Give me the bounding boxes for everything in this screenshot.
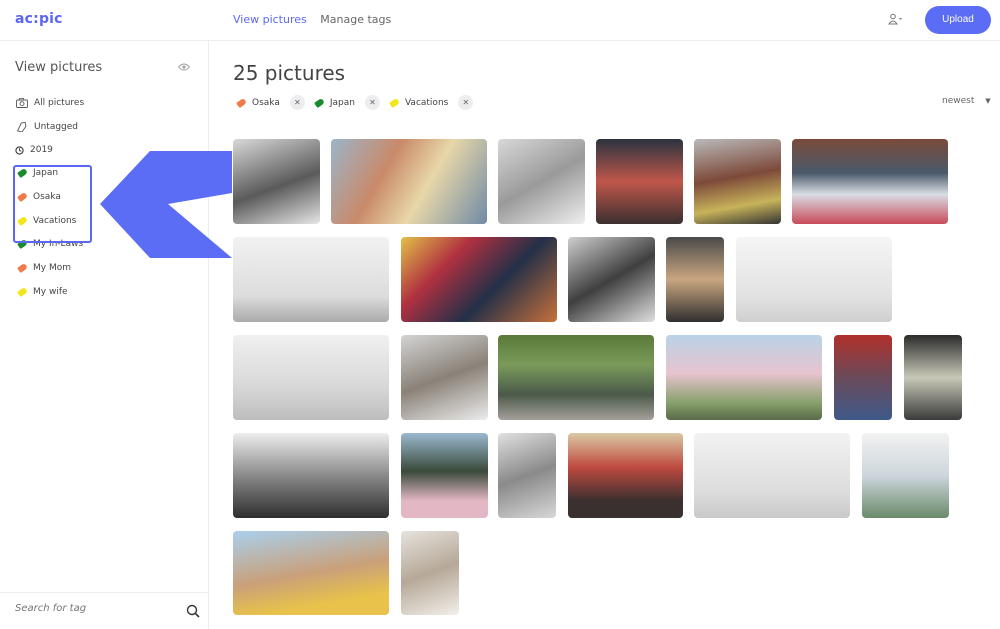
filter-chip-label: Osaka xyxy=(252,97,280,108)
photo-thumbnail[interactable] xyxy=(736,237,892,322)
pointer-arrow-icon xyxy=(100,151,232,258)
chevron-down-icon: ▼ xyxy=(985,97,991,105)
sidebar-item-all-pictures[interactable]: All pictures xyxy=(16,96,84,110)
photo-thumbnail[interactable] xyxy=(331,139,487,224)
photo-thumbnail[interactable] xyxy=(401,237,557,322)
photo-thumbnail[interactable] xyxy=(401,531,459,615)
sidebar-item-my-mom[interactable]: My Mom xyxy=(17,261,71,275)
sidebar-item-my-wife[interactable]: My wife xyxy=(17,285,68,299)
sort-label: newest xyxy=(942,96,975,106)
sidebar-item-label: My Mom xyxy=(33,263,71,273)
photo-thumbnail[interactable] xyxy=(666,237,724,322)
photo-thumbnail[interactable] xyxy=(233,531,389,615)
photo-thumbnail[interactable] xyxy=(233,237,389,322)
photo-thumbnail[interactable] xyxy=(233,335,389,420)
photo-thumbnail[interactable] xyxy=(862,433,949,518)
tag-outline-icon xyxy=(16,122,27,132)
filter-chip-label: Japan xyxy=(329,97,355,108)
tag-color-icon xyxy=(389,97,400,108)
photo-thumbnail[interactable] xyxy=(401,433,488,518)
sidebar-item-untagged[interactable]: Untagged xyxy=(16,120,78,134)
photo-thumbnail[interactable] xyxy=(568,433,683,518)
tag-group-highlight xyxy=(13,165,92,243)
photo-thumbnail[interactable] xyxy=(233,139,320,224)
photo-thumbnail[interactable] xyxy=(498,433,556,518)
user-icon xyxy=(888,13,902,25)
page-title: 25 pictures xyxy=(233,61,346,85)
photo-thumbnail[interactable] xyxy=(694,433,850,518)
tag-search-input[interactable] xyxy=(15,603,175,614)
tag-color-icon xyxy=(236,97,247,108)
photo-thumbnail[interactable] xyxy=(834,335,892,420)
tag-search xyxy=(0,592,208,628)
filter-chip-label: Vacations xyxy=(404,97,449,108)
close-icon[interactable]: ✕ xyxy=(364,95,380,110)
tag-color-icon xyxy=(17,262,28,274)
app-logo[interactable]: ac:pic xyxy=(15,11,63,27)
eye-icon[interactable] xyxy=(178,63,190,71)
camera-icon xyxy=(16,98,28,108)
tag-color-icon xyxy=(17,286,28,298)
top-bar: ac:pic View pictures Manage tags Upload xyxy=(0,0,1000,41)
filter-chip-vacations: Vacations ✕ xyxy=(389,95,474,110)
sidebar: View pictures All pictures Untagged 2019… xyxy=(0,41,209,629)
upload-button[interactable]: Upload xyxy=(925,6,991,34)
sidebar-item-2019[interactable]: 2019 xyxy=(15,143,53,157)
search-icon[interactable] xyxy=(186,604,200,618)
photo-thumbnail[interactable] xyxy=(498,335,654,420)
sidebar-title: View pictures xyxy=(15,60,103,75)
sidebar-item-label: 2019 xyxy=(30,145,53,155)
photo-thumbnail[interactable] xyxy=(568,237,655,322)
photo-thumbnail[interactable] xyxy=(498,139,585,224)
photo-thumbnail[interactable] xyxy=(792,139,948,224)
close-icon[interactable]: ✕ xyxy=(458,95,474,110)
filter-chips: Osaka ✕ Japan ✕ Vacations ✕ xyxy=(236,95,483,110)
tag-color-icon xyxy=(313,97,325,108)
filter-chip-osaka: Osaka ✕ xyxy=(236,95,305,110)
sidebar-item-label: All pictures xyxy=(34,98,85,108)
sort-dropdown[interactable]: newest ▼ xyxy=(942,96,991,106)
nav-manage-tags[interactable]: Manage tags xyxy=(320,13,391,26)
main-nav: View pictures Manage tags xyxy=(233,13,401,26)
nav-view-pictures[interactable]: View pictures xyxy=(233,13,307,26)
clock-icon xyxy=(15,145,24,155)
user-menu[interactable] xyxy=(888,13,902,28)
sidebar-item-label: My wife xyxy=(33,287,68,297)
close-icon[interactable]: ✕ xyxy=(289,95,305,110)
photo-thumbnail[interactable] xyxy=(233,433,389,518)
photo-thumbnail[interactable] xyxy=(904,335,962,420)
filter-chip-japan: Japan ✕ xyxy=(313,95,380,110)
photo-thumbnail[interactable] xyxy=(401,335,488,420)
photo-thumbnail[interactable] xyxy=(694,139,781,224)
sidebar-item-label: Untagged xyxy=(34,122,79,132)
photo-thumbnail[interactable] xyxy=(596,139,683,224)
photo-thumbnail[interactable] xyxy=(666,335,822,420)
